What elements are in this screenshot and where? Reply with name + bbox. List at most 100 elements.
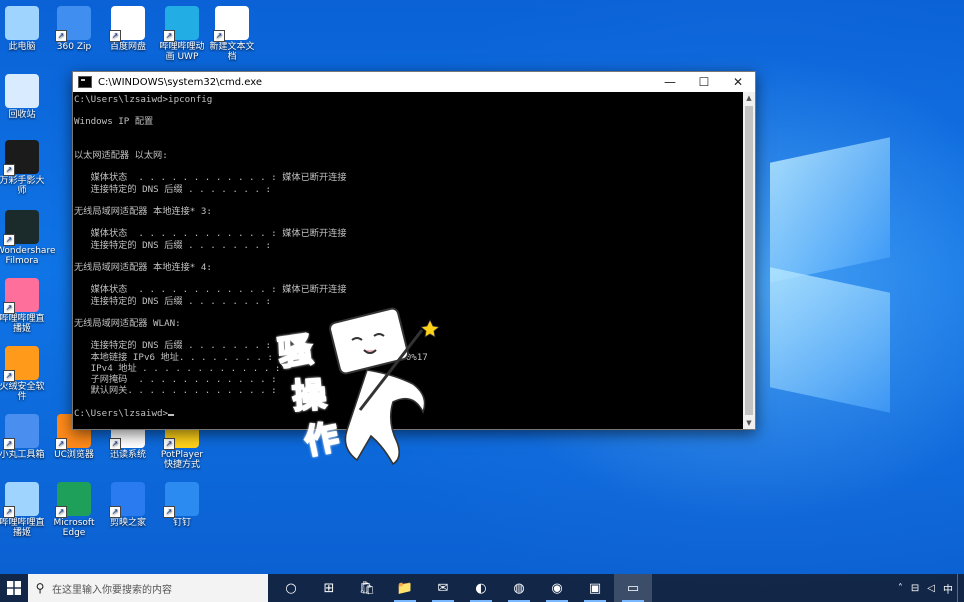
- bilibili-icon: ↗: [163, 6, 199, 42]
- close-button[interactable]: ✕: [721, 72, 755, 92]
- desktop-icon-label: Wondershare Filmora: [0, 246, 56, 266]
- desktop-icon-label: 此电脑: [8, 42, 36, 52]
- taskbar-browser-button[interactable]: ◐: [462, 574, 500, 602]
- taskbar-store-button[interactable]: 🛍: [348, 574, 386, 602]
- scroll-up-icon[interactable]: ▲: [743, 92, 755, 104]
- desktop-icon-label: Microsoft Edge: [53, 518, 95, 538]
- desktop-icon-label: 百度网盘: [109, 42, 146, 52]
- shortcut-arrow-icon: ↗: [109, 30, 121, 42]
- desktop-icon-label: 哔哩哔哩动画 UWP: [159, 42, 205, 62]
- search-placeholder: 在这里输入你要搜索的内容: [52, 584, 172, 596]
- shortcut-arrow-icon: ↗: [3, 164, 15, 176]
- desktop-icon-label: UC浏览器: [54, 450, 94, 460]
- shortcut-arrow-icon: ↗: [55, 30, 67, 42]
- desktop-icon-label: PotPlayer 快捷方式: [160, 450, 204, 470]
- desktop-icon-label: 剪映之家: [109, 518, 146, 528]
- taskbar-mail-button[interactable]: ✉: [424, 574, 462, 602]
- taskbar-edge-button[interactable]: ◍: [500, 574, 538, 602]
- desktop-icon-label: 360 Zip: [56, 42, 92, 52]
- desktop-icon[interactable]: ↗ 新建文本文档: [206, 6, 258, 62]
- desktop-icon[interactable]: ↗ 哔哩哔哩动画 UWP: [156, 6, 208, 62]
- console-line: 以太网适配器 以太网:: [74, 149, 168, 161]
- desktop-icon[interactable]: ↗ 哔哩哔哩直播姬: [0, 482, 48, 538]
- desktop-icon-label: 小丸工具箱: [0, 450, 45, 460]
- search-icon: ⚲: [35, 581, 45, 595]
- desktop-icon[interactable]: ↗ 360 Zip: [48, 6, 100, 52]
- start-button[interactable]: [0, 574, 28, 602]
- desktop-icon[interactable]: ↗ 万彩手影大师: [0, 140, 48, 196]
- desktop-icon[interactable]: ↗ 火绒安全软件: [0, 346, 48, 402]
- console-line: 无线局域网适配器 本地连接* 3:: [74, 205, 212, 217]
- shortcut-arrow-icon: ↗: [109, 506, 121, 518]
- shortcut-arrow-icon: ↗: [55, 506, 67, 518]
- scroll-thumb[interactable]: [745, 106, 753, 415]
- console-line: Windows IP 配置: [74, 116, 154, 128]
- vertical-scrollbar[interactable]: ▲ ▼: [743, 92, 755, 429]
- console-line: 媒体状态 . . . . . . . . . . . . : 媒体已断开连接: [74, 172, 347, 184]
- ime-indicator[interactable]: 中: [943, 581, 953, 596]
- taskbar-file-explorer-button[interactable]: 📁: [386, 574, 424, 602]
- taskbar-task-view-button[interactable]: ○: [272, 574, 310, 602]
- tray-chevron-icon[interactable]: ˄: [898, 583, 903, 594]
- shortcut-arrow-icon: ↗: [163, 438, 175, 450]
- shortcut-arrow-icon: ↗: [3, 234, 15, 246]
- desktop-icon[interactable]: ↗ 哔哩哔哩直播姬: [0, 278, 48, 334]
- desktop-icon[interactable]: ↗ 钉钉: [156, 482, 208, 528]
- desktop-icon[interactable]: 此电脑: [0, 6, 48, 52]
- toolbox-icon: ↗: [3, 414, 39, 450]
- desktop-icon[interactable]: ↗ Microsoft Edge: [48, 482, 100, 538]
- shortcut-arrow-icon: ↗: [55, 438, 67, 450]
- taskbar-search-box[interactable]: ⚲ 在这里输入你要搜索的内容: [28, 574, 268, 602]
- live-icon: ↗: [3, 278, 39, 314]
- taskbar-widgets-button[interactable]: ⊞: [310, 574, 348, 602]
- live-icon: ↗: [3, 482, 39, 518]
- dingtalk-icon: ↗: [163, 482, 199, 518]
- taskbar-cmd-button[interactable]: ▭: [614, 574, 652, 602]
- filmora-icon: ↗: [3, 210, 39, 246]
- desktop-icon[interactable]: ↗ 剪映之家: [102, 482, 154, 528]
- desktop-icon-label: 哔哩哔哩直播姬: [0, 518, 45, 538]
- taskbar: ⚲ 在这里输入你要搜索的内容 ○ ⊞ 🛍 📁 ✉ ◐ ◍ ◉ ▣ ▭ ˄ ⊟ ◁ 中: [0, 574, 964, 602]
- shortcut-arrow-icon: ↗: [213, 30, 225, 42]
- taskbar-app-2-button[interactable]: ▣: [576, 574, 614, 602]
- desktop-icon-label: 迅读系统: [109, 450, 146, 460]
- desktop-icon[interactable]: ↗ 百度网盘: [102, 6, 154, 52]
- feather-icon: ↗: [109, 482, 145, 518]
- shield-icon: ↗: [3, 346, 39, 382]
- desktop-icon[interactable]: 回收站: [0, 74, 48, 120]
- console-line: C:\Users\lzsaiwd>ipconfig: [74, 94, 213, 105]
- shortcut-arrow-icon: ↗: [109, 438, 121, 450]
- console-line: 连接特定的 DNS 后缀 . . . . . . . :: [74, 239, 272, 251]
- minimize-button[interactable]: —: [653, 72, 687, 92]
- edge-icon: ↗: [55, 482, 91, 518]
- desktop-icon-label: 新建文本文档: [209, 42, 255, 62]
- network-icon[interactable]: ⊟: [911, 583, 919, 594]
- show-desktop-button[interactable]: [957, 574, 964, 602]
- cmd-title: C:\WINDOWS\system32\cmd.exe: [98, 76, 262, 88]
- volume-icon[interactable]: ◁: [927, 583, 935, 594]
- shortcut-arrow-icon: ↗: [163, 30, 175, 42]
- shortcut-arrow-icon: ↗: [3, 370, 15, 382]
- maximize-button[interactable]: ☐: [687, 72, 721, 92]
- sticker-overlay: 骚 操 作: [272, 290, 462, 490]
- shortcut-arrow-icon: ↗: [3, 438, 15, 450]
- desktop-icon[interactable]: ↗ Wondershare Filmora: [0, 210, 56, 266]
- cmd-app-icon: [78, 76, 92, 88]
- console-line: 无线局域网适配器 本地连接* 4:: [74, 261, 212, 273]
- taskbar-app-1-button[interactable]: ◉: [538, 574, 576, 602]
- computer-icon: [5, 6, 39, 40]
- cmd-titlebar[interactable]: C:\WINDOWS\system32\cmd.exe — ☐ ✕: [73, 72, 755, 92]
- archive-icon: ↗: [55, 6, 91, 42]
- system-tray: ˄ ⊟ ◁ 中: [894, 574, 964, 602]
- desktop-icon-label: 火绒安全软件: [0, 382, 45, 402]
- desktop-icon-label: 钉钉: [172, 518, 191, 528]
- desktop-icon[interactable]: ↗ 小丸工具箱: [0, 414, 48, 460]
- scroll-down-icon[interactable]: ▼: [743, 417, 755, 429]
